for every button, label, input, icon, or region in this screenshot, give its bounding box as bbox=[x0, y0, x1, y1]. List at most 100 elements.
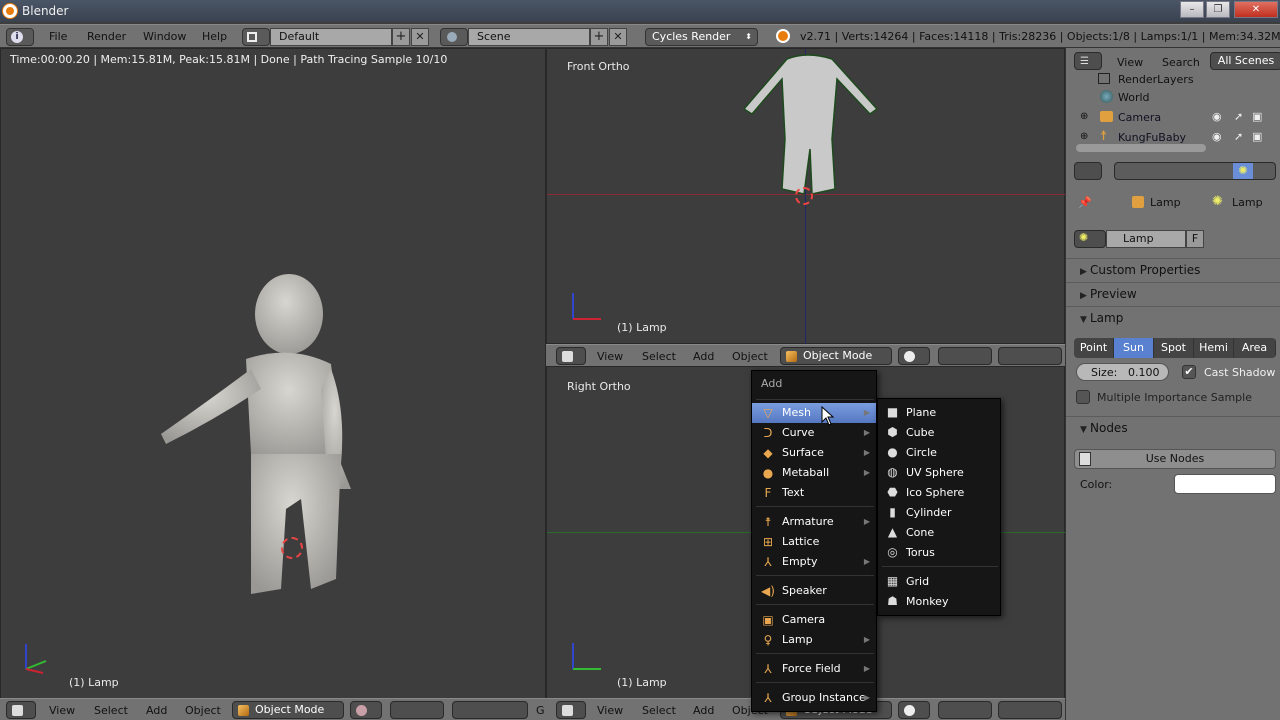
add-menu-item-mesh[interactable]: ▽ Mesh ▶ bbox=[752, 403, 876, 423]
add-menu-item-force-field[interactable]: ⅄ Force Field ▶ bbox=[752, 659, 876, 679]
mesh-item-cube[interactable]: ⬢ Cube bbox=[878, 423, 998, 443]
panel-custom-properties[interactable]: ▶ Custom Properties bbox=[1066, 258, 1280, 282]
shading-dropdown[interactable] bbox=[898, 701, 930, 719]
menu-view[interactable]: View bbox=[597, 350, 623, 363]
screen-layout-icon[interactable] bbox=[242, 28, 270, 46]
add-menu-item-group-instance[interactable]: ⅄ Group Instance ▶ bbox=[752, 688, 876, 708]
viewport-3d-user[interactable]: (1) Lamp bbox=[0, 48, 546, 700]
cast-shadow-checkbox[interactable]: ✔ bbox=[1182, 365, 1196, 379]
add-menu-item-camera[interactable]: ▣ Camera bbox=[752, 610, 876, 630]
lamp-data-tab-icon[interactable]: ✺ bbox=[1233, 163, 1253, 179]
remove-screen-button[interactable]: ✕ bbox=[411, 28, 429, 46]
menu-view[interactable]: View bbox=[597, 704, 623, 717]
viewport-3d-front[interactable]: Front Ortho (1) Lamp bbox=[546, 48, 1066, 345]
add-menu-item-surface[interactable]: ◆ Surface ▶ bbox=[752, 443, 876, 463]
outliner-item-world[interactable]: World bbox=[1066, 88, 1266, 108]
outliner-item-camera[interactable]: ⊕ Camera ◉ ➚ ▣ bbox=[1066, 108, 1266, 128]
mesh-item-uv-sphere[interactable]: ◍ UV Sphere bbox=[878, 463, 998, 483]
mesh-item-monkey[interactable]: ☗ Monkey bbox=[878, 592, 998, 612]
lamp-type-area[interactable]: Area bbox=[1234, 338, 1276, 358]
render-camera-icon[interactable]: ▣ bbox=[1252, 130, 1262, 143]
screen-layout-field[interactable]: Default bbox=[270, 28, 392, 46]
shading-dropdown[interactable] bbox=[898, 347, 930, 365]
menu-select[interactable]: Select bbox=[94, 704, 128, 717]
editor-type-button[interactable]: i bbox=[6, 28, 34, 46]
display-filter-dropdown[interactable]: All Scenes bbox=[1210, 52, 1280, 70]
pivot-dropdown[interactable] bbox=[390, 701, 444, 719]
mode-dropdown[interactable]: Object Mode bbox=[780, 347, 892, 365]
mis-checkbox[interactable] bbox=[1076, 390, 1090, 404]
select-cursor-icon[interactable]: ➚ bbox=[1234, 130, 1243, 143]
mesh-item-cone[interactable]: ▲ Cone bbox=[878, 523, 998, 543]
add-scene-button[interactable]: + bbox=[590, 28, 608, 46]
mesh-item-grid[interactable]: ▦ Grid bbox=[878, 572, 998, 592]
editor-type-button[interactable] bbox=[556, 347, 586, 365]
menu-render[interactable]: Render bbox=[87, 30, 126, 43]
add-screen-button[interactable]: + bbox=[392, 28, 410, 46]
add-menu-item-empty[interactable]: ⅄ Empty ▶ bbox=[752, 552, 876, 572]
render-engine-dropdown[interactable]: Cycles Render ⬍ bbox=[645, 28, 758, 46]
add-menu-item-curve[interactable]: ᑐ Curve ▶ bbox=[752, 423, 876, 443]
manipulator-buttons[interactable] bbox=[998, 701, 1062, 719]
maximize-button[interactable]: ❐ bbox=[1206, 1, 1230, 18]
size-slider[interactable]: Size: 0.100 bbox=[1076, 363, 1169, 381]
menu-search[interactable]: Search bbox=[1162, 56, 1200, 69]
properties-editor-type[interactable] bbox=[1074, 162, 1102, 180]
menu-select[interactable]: Select bbox=[642, 704, 676, 717]
mesh-item-cylinder[interactable]: ▮ Cylinder bbox=[878, 503, 998, 523]
mesh-item-ico-sphere[interactable]: ⬣ Ico Sphere bbox=[878, 483, 998, 503]
editor-type-button[interactable] bbox=[6, 701, 36, 719]
datablock-browse-button[interactable]: ✺ bbox=[1074, 230, 1106, 248]
panel-nodes[interactable]: ▼ Nodes bbox=[1066, 416, 1280, 440]
scene-icon[interactable] bbox=[440, 28, 468, 46]
add-menu-item-metaball[interactable]: ● Metaball ▶ bbox=[752, 463, 876, 483]
fake-user-button[interactable]: F bbox=[1186, 230, 1204, 248]
menu-view[interactable]: View bbox=[49, 704, 75, 717]
add-menu-item-armature[interactable]: ☨ Armature ▶ bbox=[752, 512, 876, 532]
menu-window[interactable]: Window bbox=[143, 30, 186, 43]
minimize-button[interactable]: – bbox=[1180, 1, 1204, 18]
mesh-item-circle[interactable]: ● Circle bbox=[878, 443, 998, 463]
scene-field[interactable]: Scene bbox=[468, 28, 590, 46]
menu-select[interactable]: Select bbox=[642, 350, 676, 363]
pivot-dropdown[interactable] bbox=[938, 701, 992, 719]
menu-add[interactable]: Add bbox=[146, 704, 167, 717]
color-swatch[interactable] bbox=[1174, 474, 1276, 494]
remove-scene-button[interactable]: ✕ bbox=[609, 28, 627, 46]
pin-icon[interactable]: 📌 bbox=[1078, 196, 1092, 209]
lamp-type-spot[interactable]: Spot bbox=[1154, 338, 1194, 358]
visibility-eye-icon[interactable]: ◉ bbox=[1212, 110, 1222, 123]
menu-help[interactable]: Help bbox=[202, 30, 227, 43]
shading-dropdown[interactable] bbox=[350, 701, 382, 719]
lamp-type-point[interactable]: Point bbox=[1074, 338, 1114, 358]
manipulator-buttons[interactable] bbox=[452, 701, 528, 719]
menu-add[interactable]: Add bbox=[693, 704, 714, 717]
lamp-type-sun[interactable]: Sun bbox=[1114, 338, 1154, 358]
mode-dropdown[interactable]: Object Mode bbox=[232, 701, 344, 719]
outliner-editor-type[interactable]: ☰ bbox=[1074, 52, 1102, 70]
add-menu-item-text[interactable]: F Text bbox=[752, 483, 876, 503]
visibility-eye-icon[interactable]: ◉ bbox=[1212, 130, 1222, 143]
lamp-type-hemi[interactable]: Hemi bbox=[1194, 338, 1234, 358]
pivot-dropdown[interactable] bbox=[938, 347, 992, 365]
datablock-name-field[interactable]: Lamp bbox=[1106, 230, 1186, 248]
render-camera-icon[interactable]: ▣ bbox=[1252, 110, 1262, 123]
menu-view[interactable]: View bbox=[1117, 56, 1143, 69]
add-menu-item-lattice[interactable]: ⊞ Lattice bbox=[752, 532, 876, 552]
expand-icon[interactable]: ⊕ bbox=[1080, 131, 1088, 142]
expand-icon[interactable]: ⊕ bbox=[1080, 111, 1088, 122]
context-tabs[interactable]: ✺ bbox=[1114, 162, 1276, 180]
panel-lamp[interactable]: ▼ Lamp bbox=[1066, 306, 1280, 330]
add-menu-item-lamp[interactable]: ♀ Lamp ▶ bbox=[752, 630, 876, 650]
menu-file[interactable]: File bbox=[49, 30, 67, 43]
mesh-item-torus[interactable]: ◎ Torus bbox=[878, 543, 998, 563]
menu-object[interactable]: Object bbox=[185, 704, 221, 717]
panel-preview[interactable]: ▶ Preview bbox=[1066, 282, 1280, 306]
outliner-item-renderlayers[interactable]: RenderLayers bbox=[1066, 70, 1266, 90]
add-menu-item-speaker[interactable]: ◀) Speaker bbox=[752, 581, 876, 601]
menu-add[interactable]: Add bbox=[693, 350, 714, 363]
use-nodes-button[interactable]: Use Nodes bbox=[1074, 449, 1276, 469]
mesh-item-plane[interactable]: ■ Plane bbox=[878, 403, 998, 423]
close-button[interactable]: ✕ bbox=[1234, 1, 1278, 18]
manipulator-buttons[interactable] bbox=[998, 347, 1062, 365]
